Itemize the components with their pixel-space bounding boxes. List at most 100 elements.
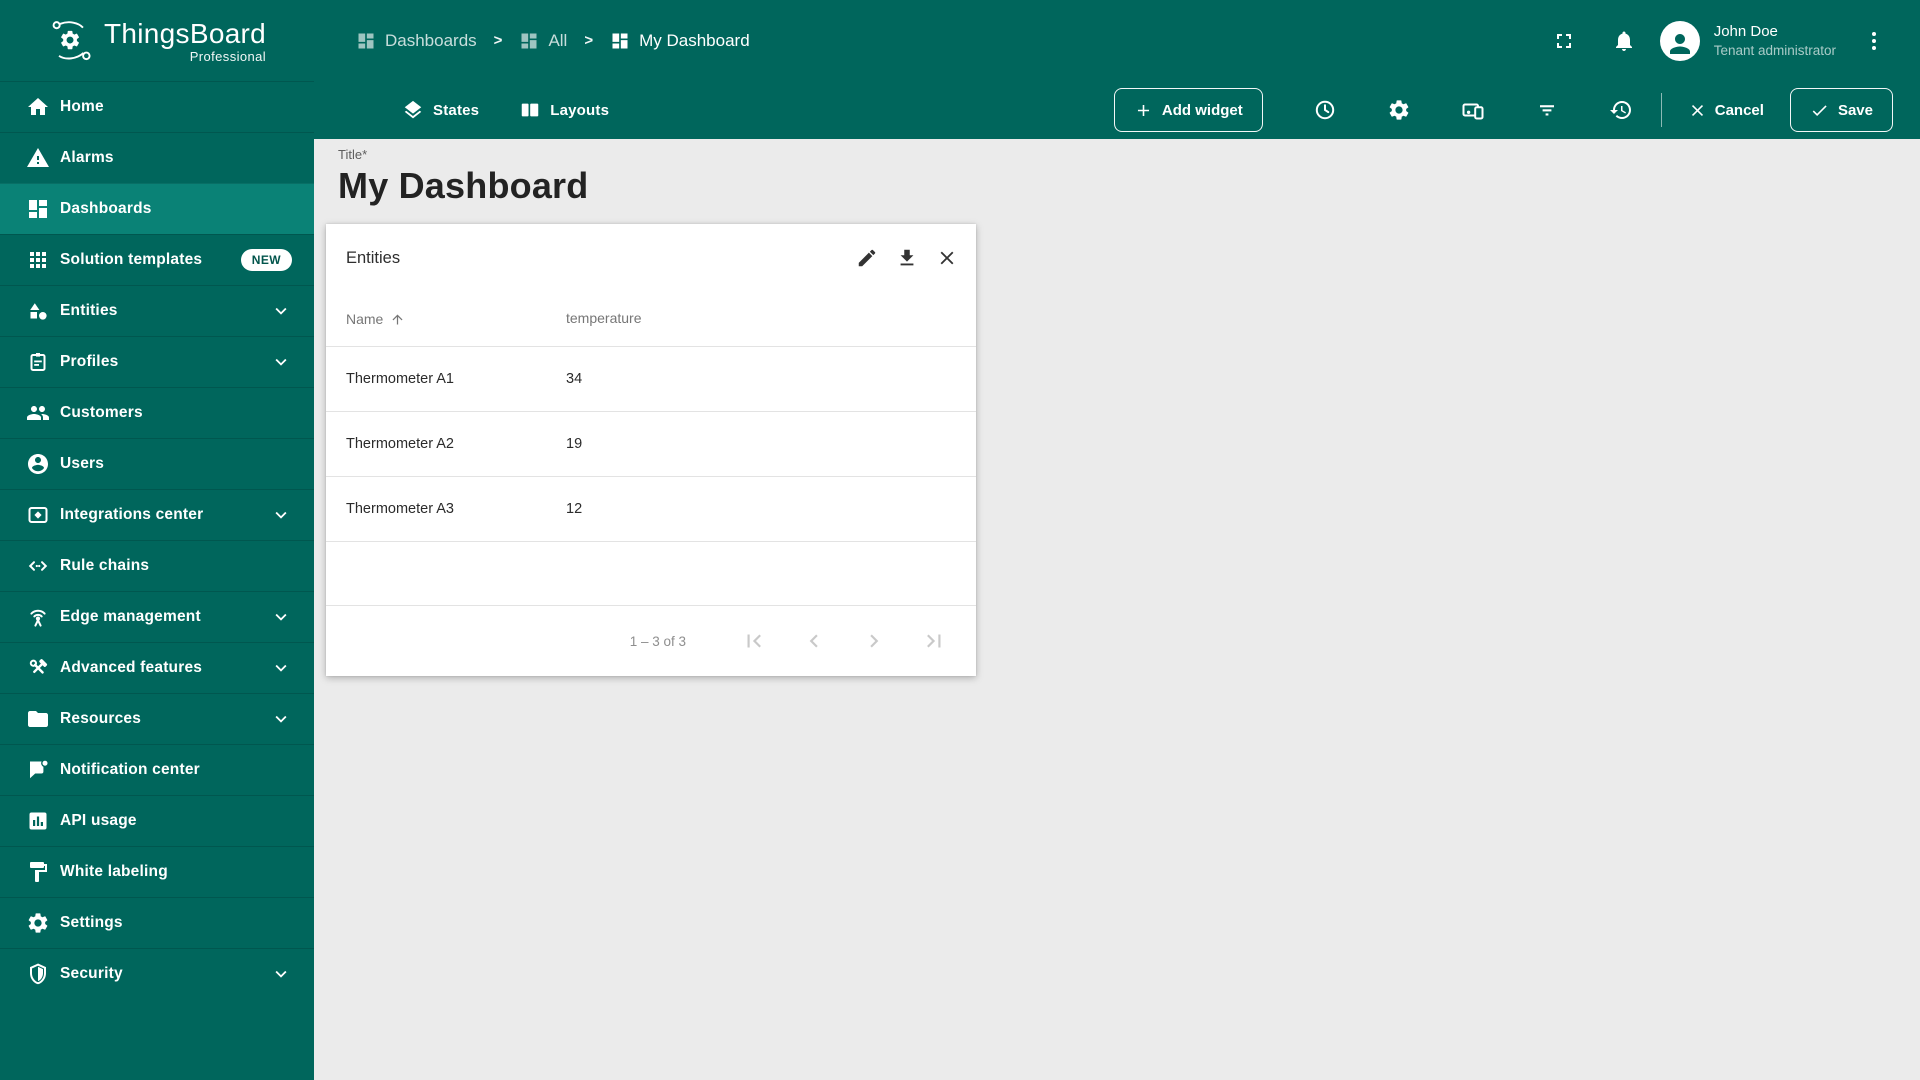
table-row[interactable]: Thermometer A2 19 (326, 412, 976, 477)
sidebar-item-label: Integrations center (60, 506, 204, 523)
layouts-label: Layouts (550, 101, 610, 119)
sidebar-item-users[interactable]: Users (0, 438, 314, 489)
sidebar-item-white-labeling[interactable]: White labeling (0, 846, 314, 897)
integrations-icon (28, 507, 48, 523)
column-label: Name (346, 311, 384, 327)
notifications-button[interactable] (1612, 29, 1636, 53)
column-label: temperature (566, 310, 642, 326)
edge-antenna-icon (30, 609, 46, 627)
sidebar-item-label: Dashboards (60, 200, 152, 217)
widget-header: Entities (326, 224, 976, 292)
entity-aliases-button[interactable] (1461, 98, 1485, 122)
chevron-down-icon (275, 358, 287, 366)
first-page-button[interactable] (732, 619, 776, 663)
table-row[interactable]: Thermometer A3 12 (326, 477, 976, 542)
chevron-down-icon (275, 613, 287, 621)
states-label: States (433, 101, 480, 119)
badge-icon (30, 353, 46, 371)
filter-icon (1539, 105, 1554, 116)
sidebar-item-customers[interactable]: Customers (0, 387, 314, 438)
sidebar-item-dashboards[interactable]: Dashboards (0, 183, 314, 234)
layouts-button[interactable]: Layouts (519, 99, 609, 121)
breadcrumb-separator: > (493, 32, 503, 49)
sidebar-item-label: Settings (60, 914, 123, 931)
people-icon (27, 406, 49, 420)
breadcrumb-dashboards[interactable]: Dashboards (356, 31, 477, 51)
notification-icon (30, 759, 49, 779)
table-header-row: Name temperature (326, 292, 976, 347)
download-icon (900, 249, 914, 266)
sidebar-item-rule-chains[interactable]: Rule chains (0, 540, 314, 591)
bell-icon (1615, 31, 1632, 51)
edit-widget-button[interactable] (852, 243, 882, 273)
table-row[interactable]: Thermometer A1 34 (326, 347, 976, 412)
bar-chart-icon (29, 812, 47, 830)
timewindow-button[interactable] (1313, 98, 1337, 122)
sidebar-item-label: Home (60, 98, 104, 115)
sidebar-item-entities[interactable]: Entities (0, 285, 314, 336)
thingsboard-logo-icon (52, 20, 91, 60)
states-button[interactable]: States (402, 99, 479, 121)
chevron-down-icon (275, 307, 287, 315)
cancel-button[interactable]: Cancel (1674, 101, 1778, 120)
sidebar-item-label: Edge management (60, 608, 201, 625)
next-page-button[interactable] (852, 619, 896, 663)
person-icon (1669, 33, 1690, 54)
chevron-right-icon (870, 634, 879, 648)
chevron-down-icon (275, 511, 287, 519)
brand-logo[interactable]: ThingsBoard Professional (0, 0, 314, 81)
sidebar-item-home[interactable]: Home (0, 81, 314, 132)
sidebar-item-settings[interactable]: Settings (0, 897, 314, 948)
dashboard-content: Title* My Dashboard Entities Name temper… (314, 139, 1920, 1080)
sidebar-item-label: Alarms (60, 149, 114, 166)
column-header-name[interactable]: Name (326, 311, 566, 327)
breadcrumb-label: Dashboards (385, 30, 477, 50)
cell-temperature: 12 (566, 501, 583, 517)
layers-icon (404, 100, 422, 119)
avatar[interactable] (1659, 20, 1700, 61)
sidebar-item-advanced-features[interactable]: Advanced features (0, 642, 314, 693)
save-button[interactable]: Save (1789, 88, 1893, 132)
sidebar-item-api-usage[interactable]: API usage (0, 795, 314, 846)
user-name: John Doe (1713, 23, 1778, 40)
user-menu[interactable]: John Doe Tenant administrator (1714, 23, 1836, 58)
sidebar-item-security[interactable]: Security (0, 948, 314, 999)
new-badge: NEW (240, 249, 292, 271)
devices-icon (1462, 103, 1484, 120)
cell-name: Thermometer A3 (346, 501, 454, 517)
sidebar-nav: Home Alarms Dashboards Solution template… (0, 81, 314, 999)
sidebar-item-profiles[interactable]: Profiles (0, 336, 314, 387)
chevron-down-icon (275, 970, 287, 978)
sidebar-item-alarms[interactable]: Alarms (0, 132, 314, 183)
export-widget-button[interactable] (892, 243, 922, 273)
cell-temperature: 19 (566, 436, 583, 452)
dashboard-settings-button[interactable] (1387, 98, 1411, 122)
remove-widget-button[interactable] (932, 243, 962, 273)
sidebar-item-edge-management[interactable]: Edge management (0, 591, 314, 642)
filters-button[interactable] (1535, 98, 1559, 122)
sidebar-item-label: Advanced features (60, 659, 203, 676)
sidebar-item-notification-center[interactable]: Notification center (0, 744, 314, 795)
shield-icon (30, 963, 46, 985)
breadcrumb-all[interactable]: All (519, 31, 567, 51)
last-page-button[interactable] (912, 619, 956, 663)
widget-title: Entities (346, 248, 401, 267)
sidebar-item-integrations-center[interactable]: Integrations center (0, 489, 314, 540)
columns-icon (521, 103, 539, 117)
home-icon (28, 98, 48, 115)
column-header-temperature[interactable]: temperature (566, 310, 976, 328)
version-history-button[interactable] (1609, 98, 1633, 122)
chevron-down-icon (275, 715, 287, 723)
add-widget-button[interactable]: Add widget (1113, 88, 1263, 132)
more-menu-button[interactable] (1862, 29, 1886, 53)
breadcrumb-my-dashboard[interactable]: My Dashboard (610, 31, 750, 51)
chevron-left-icon (809, 634, 818, 648)
previous-page-button[interactable] (792, 619, 836, 663)
brand-subtitle: Professional (189, 48, 267, 64)
sidebar-item-resources[interactable]: Resources (0, 693, 314, 744)
widget-actions (852, 243, 962, 273)
sidebar-item-solution-templates[interactable]: Solution templates NEW (0, 234, 314, 285)
fullscreen-button[interactable] (1552, 29, 1576, 53)
warning-icon (27, 148, 49, 167)
sidebar-item-label: Solution templates (60, 251, 203, 268)
